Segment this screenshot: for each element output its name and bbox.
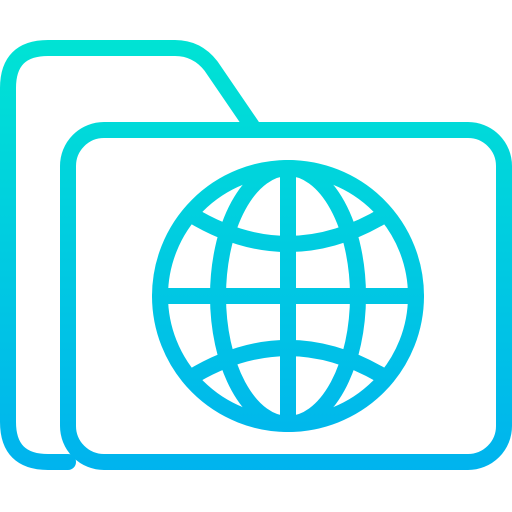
globe-folder-icon [0, 40, 512, 470]
icon-canvas [0, 0, 512, 512]
globe-icon [152, 160, 424, 432]
